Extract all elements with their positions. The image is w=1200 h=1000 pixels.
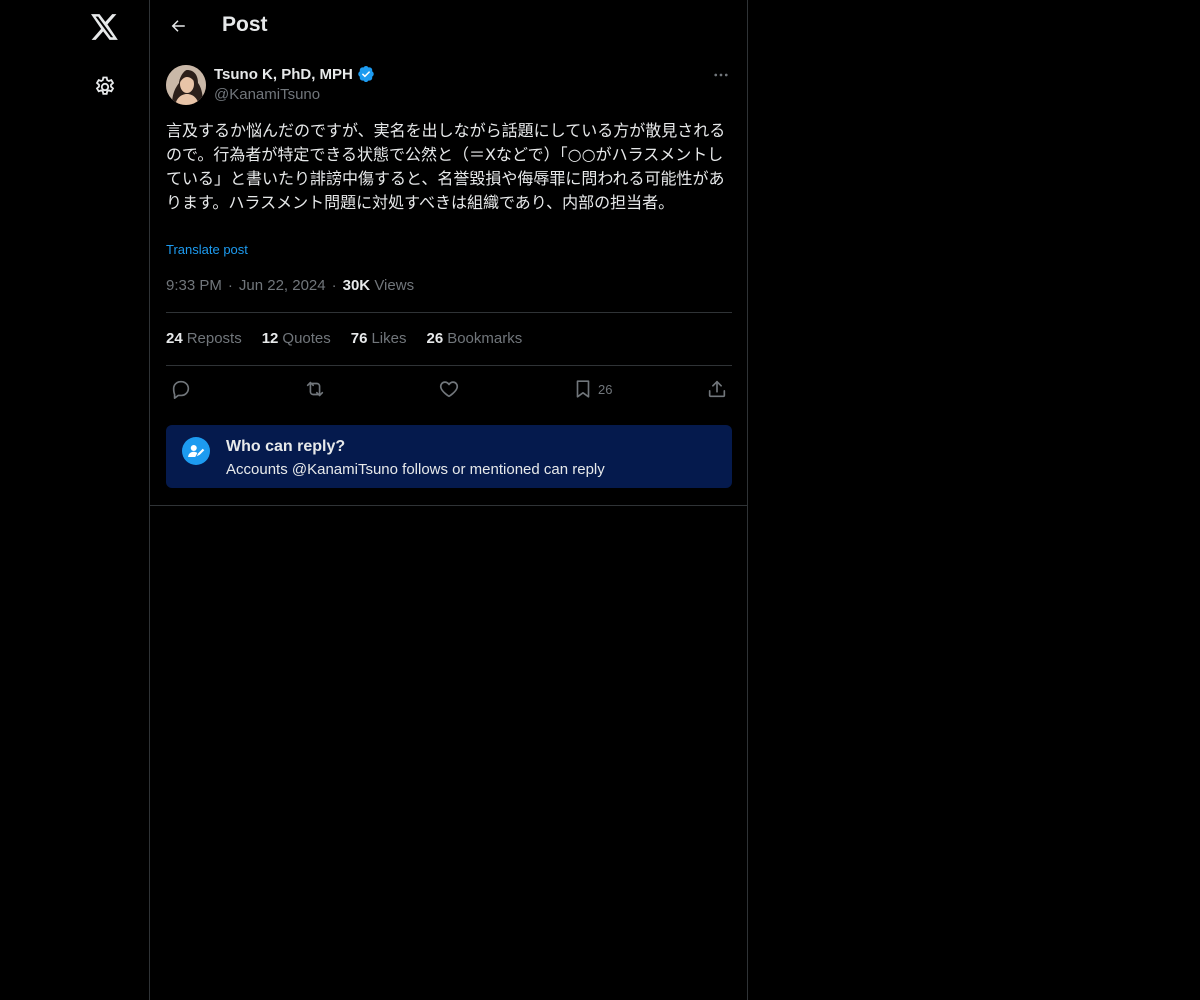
avatar[interactable] <box>166 65 206 105</box>
header: Post <box>150 0 747 53</box>
likes-stat[interactable]: 76 Likes <box>351 330 407 347</box>
heart-icon <box>439 381 459 398</box>
more-icon <box>714 73 728 77</box>
bookmarks-stat[interactable]: 26 Bookmarks <box>427 330 523 347</box>
page-title: Post <box>222 13 268 36</box>
divider <box>166 365 732 366</box>
bookmark-button[interactable]: 26 <box>572 377 612 401</box>
engagement-stats: 24 Reposts 12 Quotes 76 Likes 26 Bookmarks <box>166 330 522 347</box>
post-meta: 9:33 PM · Jun 22, 2024 · 30K Views <box>166 277 415 294</box>
like-button[interactable] <box>438 377 460 401</box>
reply-button[interactable] <box>170 377 192 401</box>
gear-icon[interactable] <box>91 73 119 101</box>
x-logo-icon[interactable] <box>89 11 121 43</box>
divider <box>150 505 747 506</box>
post-date[interactable]: Jun 22, 2024 <box>239 277 326 294</box>
translate-post-link[interactable]: Translate post <box>166 242 248 257</box>
views-label: Views <box>374 277 415 294</box>
quotes-stat[interactable]: 12 Quotes <box>262 330 331 347</box>
verified-badge-icon <box>357 65 375 83</box>
post-time[interactable]: 9:33 PM <box>166 277 222 294</box>
who-can-reply-box: Who can reply? Accounts @KanamiTsuno fol… <box>166 425 732 488</box>
main-column: Post Tsuno K, PhD, MPH @KanamiTsuno 言及する… <box>149 0 748 1000</box>
repost-icon <box>306 381 324 397</box>
left-nav <box>0 0 149 1000</box>
reposts-stat[interactable]: 24 Reposts <box>166 330 242 347</box>
repost-button[interactable] <box>303 377 327 401</box>
post-text: 言及するか悩んだのですが、実名を出しながら話題にしている方が散見されるので。行為… <box>166 121 726 212</box>
author-name[interactable]: Tsuno K, PhD, MPH <box>214 66 353 83</box>
share-icon <box>708 380 726 398</box>
back-button[interactable] <box>164 12 192 40</box>
mention-user-icon <box>182 437 210 465</box>
more-options-button[interactable] <box>710 64 732 86</box>
bookmark-count: 26 <box>598 381 613 397</box>
views-count: 30K <box>342 277 371 294</box>
bookmark-icon <box>576 380 590 398</box>
action-bar: 26 <box>166 377 732 401</box>
who-can-reply-title: Who can reply? <box>226 438 346 455</box>
divider <box>166 312 732 313</box>
author-handle[interactable]: @KanamiTsuno <box>214 86 320 103</box>
page: Post Tsuno K, PhD, MPH @KanamiTsuno 言及する… <box>0 0 1200 1000</box>
arrow-left-icon <box>171 20 185 32</box>
author-row: Tsuno K, PhD, MPH <box>214 65 375 83</box>
share-button[interactable] <box>706 377 728 401</box>
reply-icon <box>172 380 190 399</box>
who-can-reply-subtitle: Accounts @KanamiTsuno follows or mention… <box>226 461 605 478</box>
